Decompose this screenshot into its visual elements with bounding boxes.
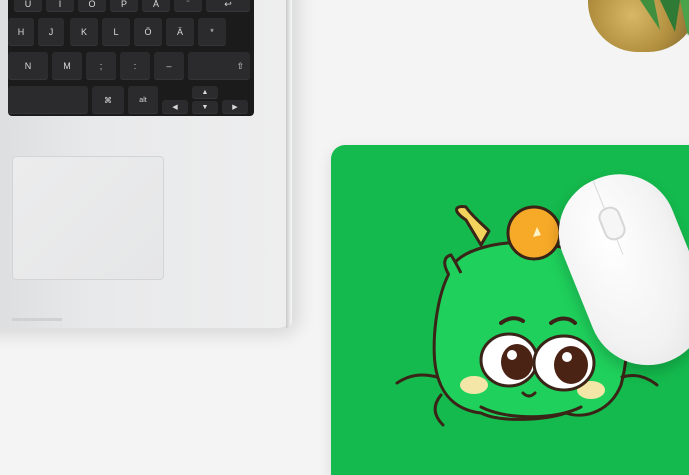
mouse-scroll-wheel[interactable]	[595, 203, 629, 244]
key-k[interactable]: K	[70, 18, 98, 46]
laptop: U I O P Å ¨ ↩ H J K L Ö Ä * N M ; : – ⇧ …	[0, 0, 292, 328]
key-o-umlaut[interactable]: Ö	[134, 18, 162, 46]
key-diaeresis[interactable]: ¨	[174, 0, 202, 12]
key-asterisk[interactable]: *	[198, 18, 226, 46]
key-m[interactable]: M	[52, 52, 82, 80]
desk-scene: U I O P Å ¨ ↩ H J K L Ö Ä * N M ; : – ⇧ …	[0, 0, 689, 475]
key-alt[interactable]: alt	[128, 86, 158, 114]
key-space[interactable]	[8, 86, 88, 114]
key-dash[interactable]: –	[154, 52, 184, 80]
key-a-ring[interactable]: Å	[142, 0, 170, 12]
key-cmd-symbol[interactable]: ⌘	[92, 86, 124, 114]
key-i[interactable]: I	[46, 0, 74, 12]
keyboard: U I O P Å ¨ ↩ H J K L Ö Ä * N M ; : – ⇧ …	[8, 0, 254, 116]
key-semicolon[interactable]: ;	[86, 52, 116, 80]
key-return[interactable]: ↩	[206, 0, 250, 12]
key-h[interactable]: H	[8, 18, 34, 46]
key-down[interactable]: ▼	[192, 101, 218, 114]
key-colon[interactable]: :	[120, 52, 150, 80]
key-left[interactable]: ◀	[162, 100, 188, 114]
key-p[interactable]: P	[110, 0, 138, 12]
laptop-edge	[286, 0, 292, 328]
key-n[interactable]: N	[8, 52, 48, 80]
laptop-front-edge	[12, 318, 62, 321]
trackpad[interactable]	[12, 156, 164, 280]
plant-leaves-icon	[640, 0, 689, 36]
key-a-umlaut[interactable]: Ä	[166, 18, 194, 46]
key-l[interactable]: L	[102, 18, 130, 46]
key-j[interactable]: J	[38, 18, 64, 46]
key-shift[interactable]: ⇧	[188, 52, 250, 80]
key-o[interactable]: O	[78, 0, 106, 12]
key-u[interactable]: U	[14, 0, 42, 12]
key-right[interactable]: ▶	[222, 100, 248, 114]
key-up[interactable]: ▲	[192, 86, 218, 99]
